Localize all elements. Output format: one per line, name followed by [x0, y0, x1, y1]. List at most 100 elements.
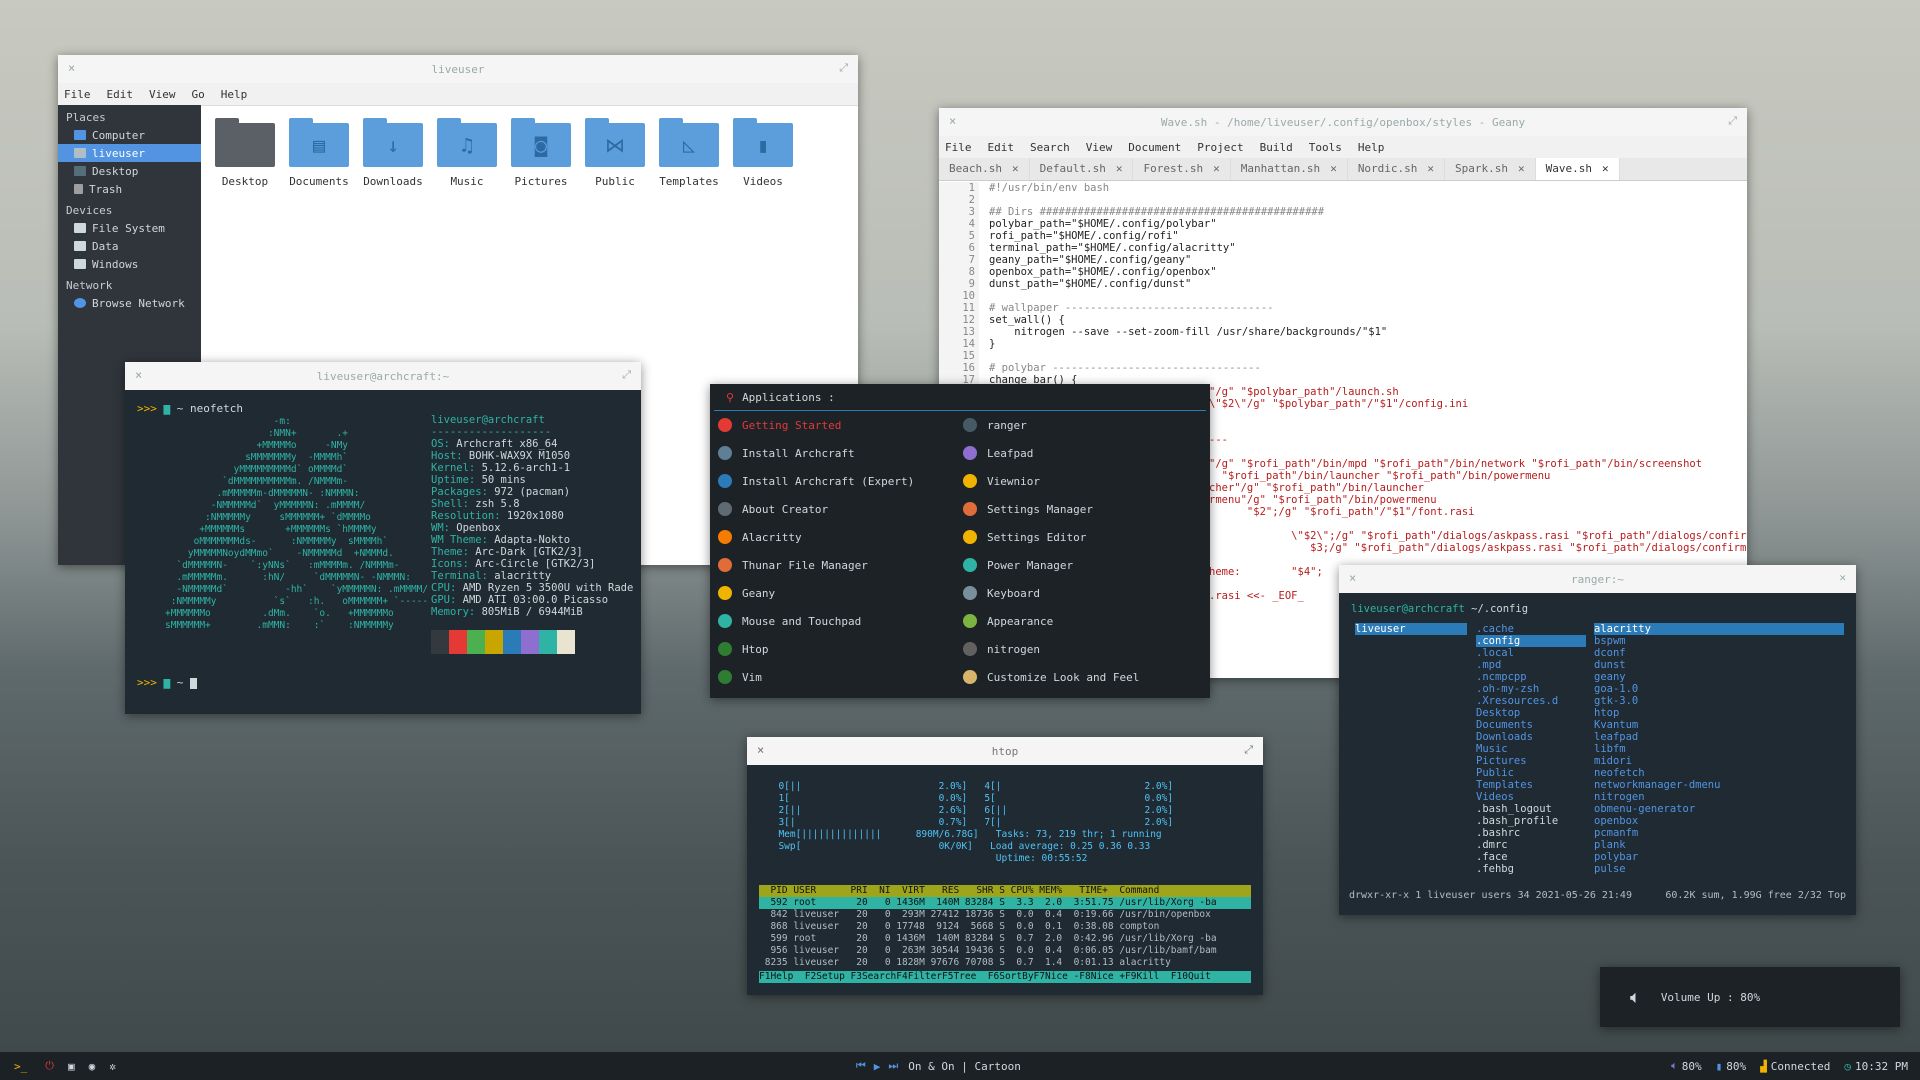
file-entry[interactable]: .ncmpcpp: [1476, 671, 1586, 683]
close-icon[interactable]: ×: [68, 61, 75, 75]
maximize-icon[interactable]: ⤢: [1728, 114, 1737, 128]
app-item[interactable]: Settings Editor: [963, 523, 1208, 551]
folder-desktop[interactable]: Desktop: [208, 118, 282, 188]
close-icon[interactable]: ✕: [1602, 162, 1609, 176]
file-entry[interactable]: openbox: [1594, 815, 1844, 827]
window-icon[interactable]: ▣: [68, 1060, 75, 1073]
file-entry[interactable]: .fehbg: [1476, 863, 1586, 875]
process-row[interactable]: 868 liveuser 20 0 17748 9124 5668 S 0.0 …: [759, 921, 1251, 933]
tab-spark[interactable]: Spark.sh ✕: [1445, 158, 1536, 180]
camera-icon[interactable]: ◉: [89, 1060, 96, 1073]
sidebar-item-windows[interactable]: Windows: [58, 255, 201, 273]
volume-icon[interactable]: 🔈︎: [1671, 1059, 1678, 1073]
file-entry[interactable]: Documents: [1476, 719, 1586, 731]
app-item[interactable]: Mouse and Touchpad: [718, 607, 963, 635]
maximize-icon[interactable]: ✕: [1839, 571, 1846, 584]
app-item[interactable]: ranger: [963, 411, 1208, 439]
app-item[interactable]: Customize Look and Feel: [963, 663, 1208, 691]
app-item[interactable]: Leafpad: [963, 439, 1208, 467]
file-entry[interactable]: alacritty: [1594, 623, 1844, 635]
process-row[interactable]: 842 liveuser 20 0 293M 27412 18736 S 0.0…: [759, 909, 1251, 921]
close-icon[interactable]: ×: [949, 114, 956, 128]
app-item[interactable]: Htop: [718, 635, 963, 663]
close-icon[interactable]: ×: [1349, 571, 1356, 585]
sidebar-item-liveuser[interactable]: liveuser: [58, 144, 201, 162]
tab-manhattan[interactable]: Manhattan.sh ✕: [1231, 158, 1348, 180]
file-entry[interactable]: neofetch: [1594, 767, 1844, 779]
next-track-icon[interactable]: ⏭: [888, 1059, 898, 1073]
tab-wave[interactable]: Wave.sh ✕: [1535, 158, 1620, 180]
folder-templates[interactable]: ◺ Templates: [652, 118, 726, 188]
folder-public[interactable]: ⋈ Public: [578, 118, 652, 188]
power-icon[interactable]: ⏻: [45, 1059, 54, 1073]
menu-help[interactable]: Help: [221, 88, 248, 101]
menu-build[interactable]: Build: [1260, 141, 1293, 154]
app-item[interactable]: About Creator: [718, 495, 963, 523]
menu-edit[interactable]: Edit: [988, 141, 1015, 154]
function-key-bar[interactable]: F1Help F2Setup F3SearchF4FilterF5Tree F6…: [759, 971, 1251, 983]
folder-downloads[interactable]: ↓ Downloads: [356, 118, 430, 188]
process-row[interactable]: 956 liveuser 20 0 263M 30544 19436 S 0.0…: [759, 945, 1251, 957]
file-entry[interactable]: Downloads: [1476, 731, 1586, 743]
file-entry[interactable]: nitrogen: [1594, 791, 1844, 803]
file-entry[interactable]: .face: [1476, 851, 1586, 863]
file-entry[interactable]: dunst: [1594, 659, 1844, 671]
file-entry[interactable]: polybar: [1594, 851, 1844, 863]
file-entry[interactable]: midori: [1594, 755, 1844, 767]
file-entry[interactable]: .mpd: [1476, 659, 1586, 671]
menu-view[interactable]: View: [149, 88, 176, 101]
file-entry[interactable]: leafpad: [1594, 731, 1844, 743]
app-item[interactable]: Thunar File Manager: [718, 551, 963, 579]
file-entry[interactable]: Public: [1476, 767, 1586, 779]
folder-documents[interactable]: ▤ Documents: [282, 118, 356, 188]
file-entry[interactable]: .bash_logout: [1476, 803, 1586, 815]
close-icon[interactable]: ✕: [1213, 162, 1220, 176]
file-entry[interactable]: .local: [1476, 647, 1586, 659]
title-bar[interactable]: × ranger:~ ✕: [1339, 565, 1856, 593]
menu-help[interactable]: Help: [1358, 141, 1385, 154]
previous-track-icon[interactable]: ⏮: [856, 1059, 866, 1073]
process-row[interactable]: 599 root 20 0 1436M 140M 83284 S 0.7 2.0…: [759, 933, 1251, 945]
file-entry[interactable]: gtk-3.0: [1594, 695, 1844, 707]
sidebar-item-trash[interactable]: Trash: [58, 180, 201, 198]
title-bar[interactable]: × htop ⤢: [747, 737, 1263, 765]
terminal-icon[interactable]: >_: [14, 1060, 27, 1073]
sidebar-item-browse-network[interactable]: Browse Network: [58, 294, 201, 312]
file-entry[interactable]: Videos: [1476, 791, 1586, 803]
maximize-icon[interactable]: ⤢: [839, 61, 848, 75]
close-icon[interactable]: ✕: [1330, 162, 1337, 176]
menu-document[interactable]: Document: [1128, 141, 1181, 154]
close-icon[interactable]: ✕: [1012, 162, 1019, 176]
app-item[interactable]: Vim: [718, 663, 963, 691]
folder-videos[interactable]: ▮ Videos: [726, 118, 800, 188]
file-entry[interactable]: dconf: [1594, 647, 1844, 659]
search-bar[interactable]: ⚲ Applications :: [714, 384, 1206, 411]
folder-music[interactable]: ♫ Music: [430, 118, 504, 188]
tab-default[interactable]: Default.sh ✕: [1030, 158, 1134, 180]
tab-forest[interactable]: Forest.sh ✕: [1133, 158, 1231, 180]
process-header[interactable]: PID USER PRI NI VIRT RES SHR S CPU% MEM%…: [759, 885, 1251, 897]
close-icon[interactable]: ✕: [1116, 162, 1123, 176]
sidebar-item-file-system[interactable]: File System: [58, 219, 201, 237]
sidebar-item-desktop[interactable]: Desktop: [58, 162, 201, 180]
tab-beach[interactable]: Beach.sh ✕: [939, 158, 1030, 180]
settings-icon[interactable]: ✲: [109, 1060, 116, 1073]
file-entry[interactable]: pcmanfm: [1594, 827, 1844, 839]
maximize-icon[interactable]: ⤢: [1244, 743, 1253, 757]
file-entry[interactable]: plank: [1594, 839, 1844, 851]
process-row[interactable]: 592 root 20 0 1436M 140M 83284 S 3.3 2.0…: [759, 897, 1251, 909]
app-item[interactable]: Install Archcraft (Expert): [718, 467, 963, 495]
tab-nordic[interactable]: Nordic.sh ✕: [1348, 158, 1446, 180]
title-bar[interactable]: × liveuser ⤢: [58, 55, 858, 83]
sidebar-item-data[interactable]: Data: [58, 237, 201, 255]
title-bar[interactable]: × liveuser@archcraft:~ ⤢: [125, 362, 641, 390]
title-bar[interactable]: × Wave.sh - /home/liveuser/.config/openb…: [939, 108, 1747, 136]
file-entry[interactable]: bspwm: [1594, 635, 1844, 647]
file-entry[interactable]: obmenu-generator: [1594, 803, 1844, 815]
app-item[interactable]: Geany: [718, 579, 963, 607]
app-item[interactable]: Install Archcraft: [718, 439, 963, 467]
app-item[interactable]: Settings Manager: [963, 495, 1208, 523]
menu-search[interactable]: Search: [1030, 141, 1070, 154]
menu-file[interactable]: File: [64, 88, 91, 101]
file-entry[interactable]: .cache: [1476, 623, 1586, 635]
